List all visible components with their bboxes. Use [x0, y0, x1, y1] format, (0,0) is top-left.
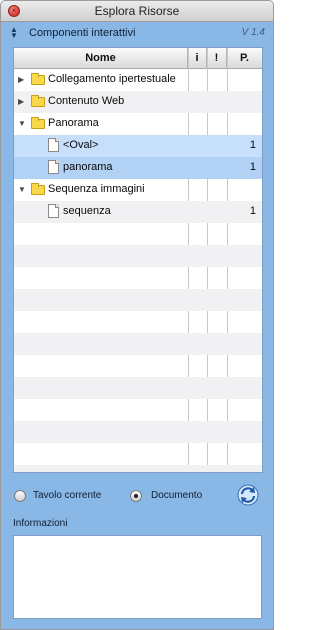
- table-header: Nome i ! P.: [14, 48, 262, 69]
- section-header[interactable]: ▲ ▼ Componenti interattivi V 1.4: [1, 22, 273, 44]
- empty-row: [14, 421, 262, 443]
- tree-row[interactable]: <Oval> 1: [14, 135, 262, 157]
- radio-document-label[interactable]: Documento: [151, 490, 202, 501]
- empty-row: [14, 311, 262, 333]
- info-label: Informazioni: [13, 518, 68, 529]
- empty-row: [14, 267, 262, 289]
- tree-row[interactable]: panorama 1: [14, 157, 262, 179]
- folder-open-icon: [31, 183, 45, 195]
- tree-row[interactable]: ▼ Sequenza immagini: [14, 179, 262, 201]
- column-header-warning[interactable]: !: [207, 48, 227, 68]
- footer-panel: Tavolo corrente Documento Informazioni: [1, 475, 273, 629]
- folder-icon: [31, 95, 45, 107]
- disclosure-collapsed-icon[interactable]: ▶: [18, 75, 24, 84]
- tree-item-label: Sequenza immagini: [48, 183, 145, 195]
- tree-item-label: panorama: [63, 161, 113, 173]
- explorer-window: × Esplora Risorse ▲ ▼ Componenti interatt…: [0, 0, 274, 630]
- tree-item-label: Panorama: [48, 117, 99, 129]
- empty-row: [14, 333, 262, 355]
- radio-current-table-label[interactable]: Tavolo corrente: [33, 490, 101, 501]
- document-icon: [48, 204, 59, 218]
- window-title: Esplora Risorse: [94, 4, 180, 18]
- empty-row: [14, 289, 262, 311]
- column-header-pages[interactable]: P.: [227, 48, 262, 68]
- tree-rows: ▶ Collegamento ipertestuale ▶ Contenuto …: [14, 69, 262, 472]
- disclosure-collapsed-icon[interactable]: ▶: [18, 97, 24, 106]
- document-icon: [48, 138, 59, 152]
- column-header-name[interactable]: Nome: [14, 48, 188, 68]
- tree-row[interactable]: sequenza 1: [14, 201, 262, 223]
- empty-row: [14, 245, 262, 267]
- tree-row[interactable]: ▼ Panorama: [14, 113, 262, 135]
- radio-document[interactable]: [130, 490, 142, 502]
- disclosure-expanded-icon[interactable]: ▼: [18, 119, 26, 128]
- title-bar[interactable]: × Esplora Risorse: [1, 1, 273, 22]
- empty-row: [14, 399, 262, 421]
- empty-row: [14, 355, 262, 377]
- folder-open-icon: [31, 117, 45, 129]
- empty-row: [14, 377, 262, 399]
- refresh-icon[interactable]: [237, 484, 259, 506]
- page-count: 1: [249, 205, 256, 217]
- empty-row: [14, 465, 262, 472]
- tree-item-label: Collegamento ipertestuale: [48, 73, 176, 85]
- tree-item-label: <Oval>: [63, 139, 99, 151]
- page-count: 1: [249, 139, 256, 151]
- components-table: Nome i ! P. ▶ Collegamento ipertestuale …: [13, 47, 263, 473]
- radio-current-table[interactable]: [14, 490, 26, 502]
- empty-row: [14, 443, 262, 465]
- up-down-arrows-icon[interactable]: ▲ ▼: [10, 26, 18, 40]
- tree-item-label: sequenza: [63, 205, 111, 217]
- tree-row[interactable]: ▶ Collegamento ipertestuale: [14, 69, 262, 91]
- folder-icon: [31, 73, 45, 85]
- section-selector-label[interactable]: Componenti interattivi: [29, 27, 135, 39]
- version-label: V 1.4: [241, 27, 265, 38]
- info-box[interactable]: [13, 535, 262, 619]
- empty-row: [14, 223, 262, 245]
- disclosure-expanded-icon[interactable]: ▼: [18, 185, 26, 194]
- tree-row[interactable]: ▶ Contenuto Web: [14, 91, 262, 113]
- document-icon: [48, 160, 59, 174]
- tree-item-label: Contenuto Web: [48, 95, 125, 107]
- column-header-info[interactable]: i: [188, 48, 207, 68]
- page-count: 1: [249, 161, 256, 173]
